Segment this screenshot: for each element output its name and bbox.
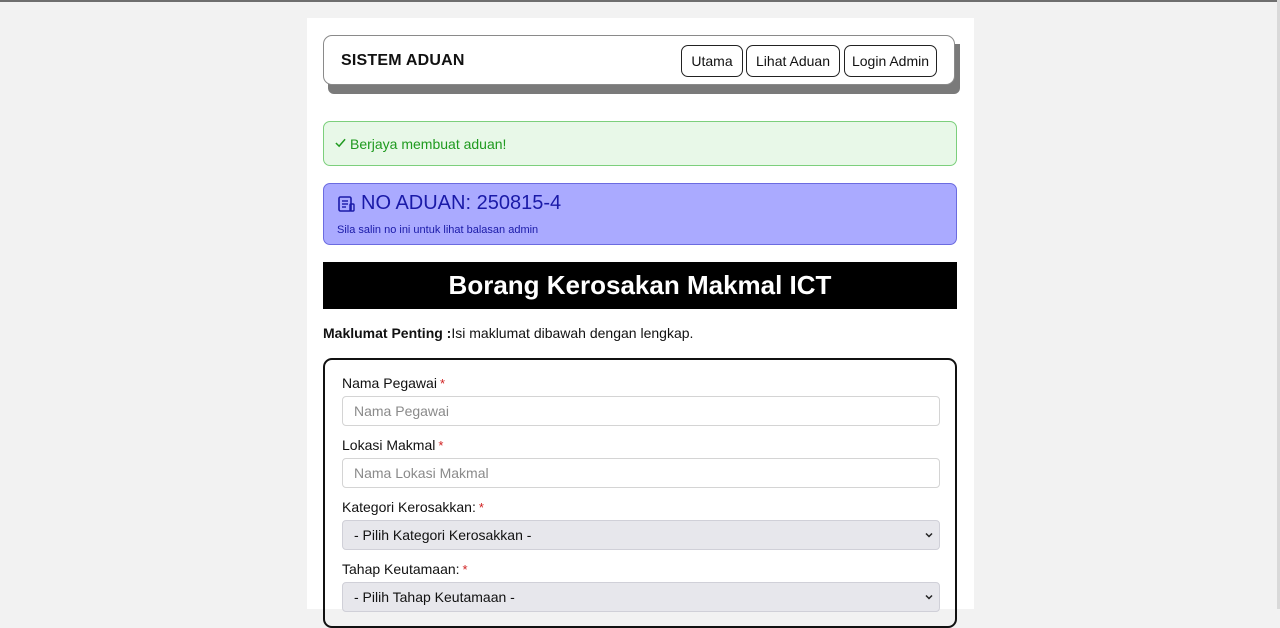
nav-button-utama[interactable]: Utama [681,45,743,77]
complaint-hint: Sila salin no ini untuk lihat balasan ad… [337,224,539,236]
success-message: Berjaya membuat aduan! [350,136,507,152]
check-icon [335,138,346,148]
navbar-wrapper: SISTEM ADUAN Utama Lihat Aduan Login Adm… [323,35,960,94]
page-container: SISTEM ADUAN Utama Lihat Aduan Login Adm… [307,18,974,628]
kategori-selected: - Pilih Kategori Kerosakkan - [354,527,532,543]
lokasi-makmal-input[interactable]: Nama Lokasi Makmal [342,458,940,488]
form-title: Borang Kerosakan Makmal ICT [323,262,957,309]
label-nama-pegawai: Nama Pegawai * [342,375,445,391]
nav-button-login-admin[interactable]: Login Admin [844,45,937,77]
nav-button-lihat-aduan[interactable]: Lihat Aduan [746,45,840,77]
label-tahap: Tahap Keutamaan: * [342,561,468,577]
label-lokasi-makmal: Lokasi Makmal * [342,437,443,453]
tahap-select[interactable]: - Pilih Tahap Keutamaan - [342,582,940,612]
label-nama-pegawai-text: Nama Pegawai [342,375,437,391]
window-top-border [0,0,1280,2]
important-info: Maklumat Penting :Isi maklumat dibawah d… [323,325,693,341]
label-kategori: Kategori Kerosakkan: * [342,499,484,515]
brand-title: SISTEM ADUAN [341,52,465,69]
label-tahap-text: Tahap Keutamaan: [342,561,460,577]
success-alert: Berjaya membuat aduan! [323,121,957,166]
navbar: SISTEM ADUAN Utama Lihat Aduan Login Adm… [323,35,955,85]
kategori-select[interactable]: - Pilih Kategori Kerosakkan - [342,520,940,550]
important-text: Isi maklumat dibawah dengan lengkap. [451,325,694,341]
complaint-number-alert: NO ADUAN: 250815-4 Sila salin no ini unt… [323,183,957,245]
document-icon [338,196,355,212]
label-kategori-text: Kategori Kerosakkan: [342,499,476,515]
label-lokasi-makmal-text: Lokasi Makmal [342,437,436,453]
important-label: Maklumat Penting : [323,325,452,341]
required-mark: * [438,438,444,453]
chevron-down-icon [925,532,933,538]
required-mark: * [478,500,484,515]
complaint-number: NO ADUAN: 250815-4 [361,192,562,214]
tahap-selected: - Pilih Tahap Keutamaan - [354,589,515,605]
complaint-form: Nama Pegawai * Nama Pegawai Lokasi Makmal… [323,358,957,628]
required-mark: * [462,562,468,577]
required-mark: * [439,376,445,391]
chevron-down-icon [925,594,933,600]
nama-pegawai-input[interactable]: Nama Pegawai [342,396,940,426]
